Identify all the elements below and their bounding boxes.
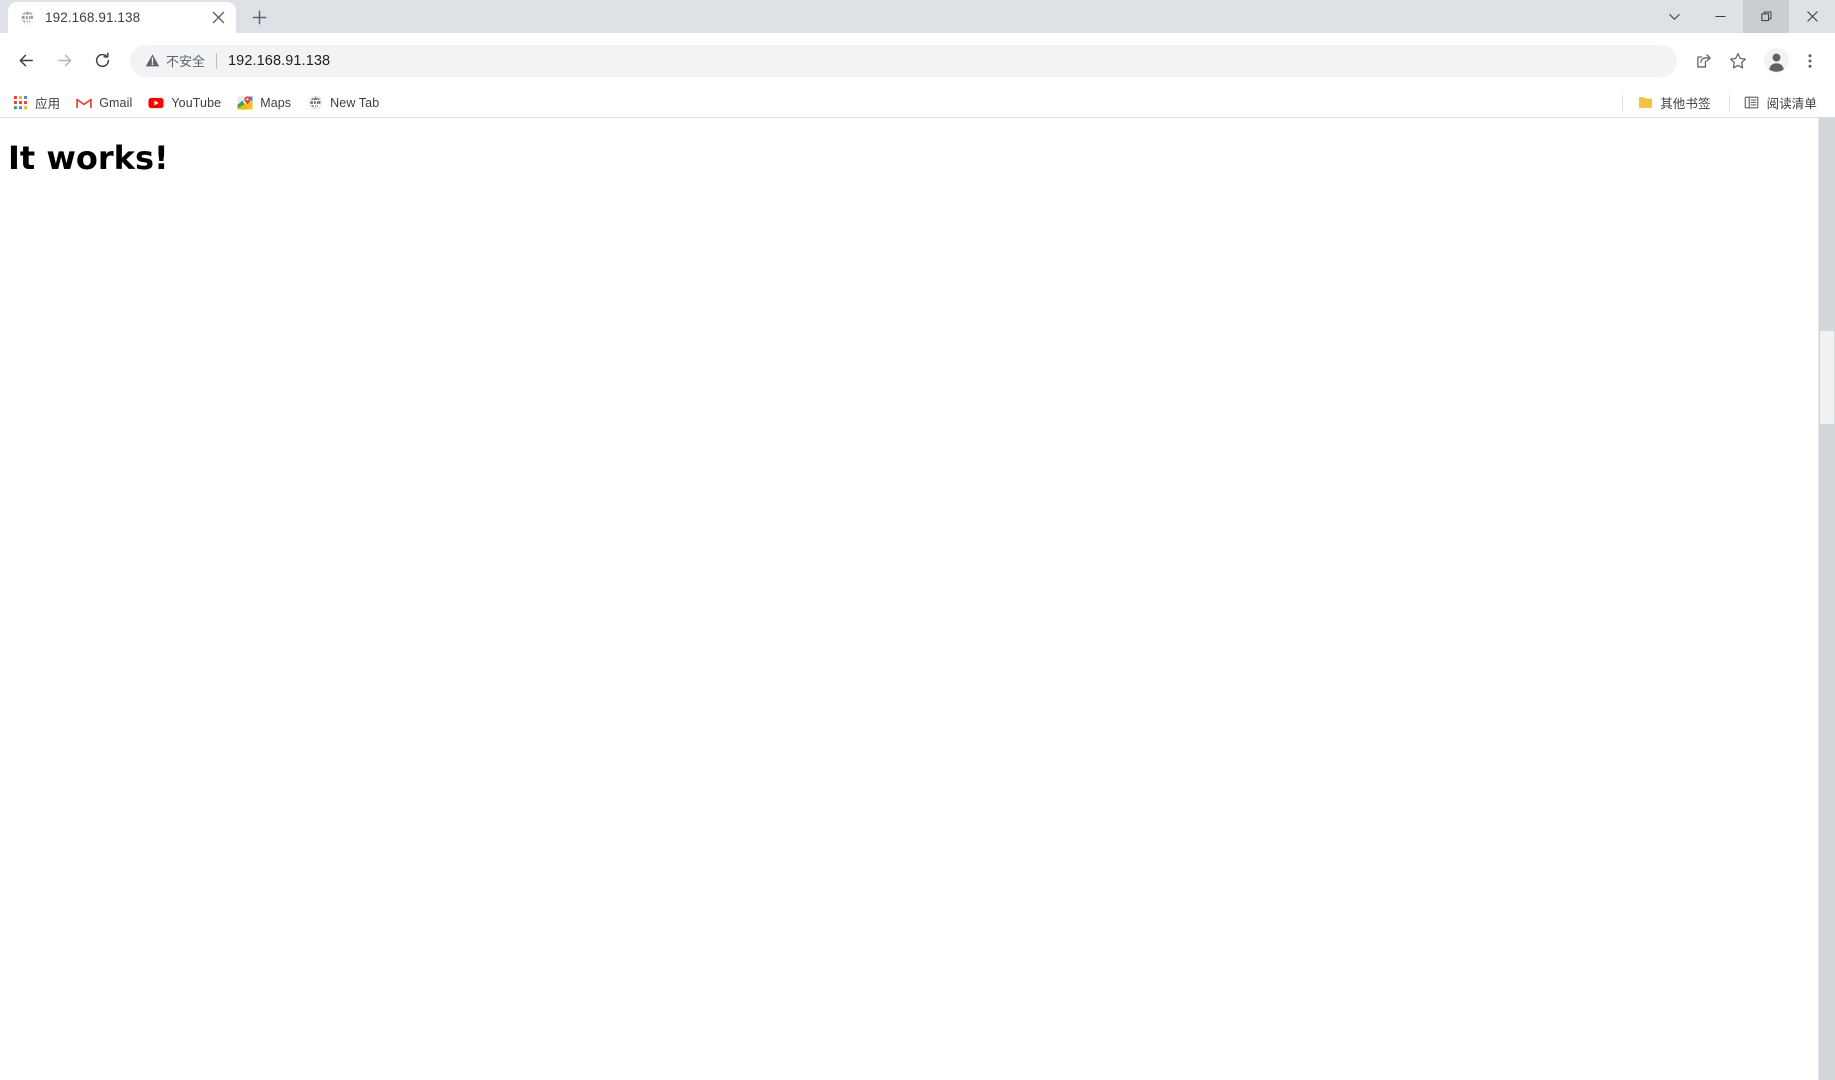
- url-text[interactable]: 192.168.91.138: [228, 53, 330, 69]
- address-bar[interactable]: 不安全 192.168.91.138: [130, 44, 1677, 77]
- page-viewport: It works!: [0, 118, 1835, 1080]
- reload-button[interactable]: [86, 45, 118, 77]
- browser-window: 192.168.91.138 不安全 192.168.91.138 应用 Gma…: [0, 0, 1835, 1080]
- tab-strip: 192.168.91.138: [0, 0, 1835, 33]
- new-tab-button[interactable]: [245, 3, 273, 31]
- globe-icon: [307, 95, 323, 111]
- page-content: It works!: [0, 118, 1818, 1080]
- bookmark-label: 阅读清单: [1766, 97, 1817, 111]
- security-label: 不安全: [166, 54, 206, 69]
- vertical-scrollbar[interactable]: [1818, 118, 1835, 1080]
- bookmark-label: Gmail: [99, 95, 133, 110]
- star-icon: [1729, 52, 1747, 70]
- arrow-left-icon: [17, 51, 36, 70]
- close-button[interactable]: [1789, 0, 1835, 33]
- omnibox-divider: [216, 52, 218, 69]
- globe-icon: [18, 9, 36, 27]
- bookmarks-bar: 应用 Gmail YouTube Maps New Tab 其他书签 阅读清单: [0, 88, 1835, 118]
- share-icon: [1695, 52, 1713, 70]
- folder-icon: [1637, 95, 1653, 111]
- tab-search-button[interactable]: [1651, 0, 1697, 33]
- close-icon: [1806, 10, 1819, 23]
- bookmark-youtube[interactable]: YouTube: [142, 91, 229, 115]
- three-dots-icon: [1801, 52, 1819, 70]
- gmail-icon: [76, 95, 92, 111]
- bookmark-gmail[interactable]: Gmail: [70, 91, 140, 115]
- bookmark-new-tab[interactable]: New Tab: [301, 91, 387, 115]
- bookmark-label: New Tab: [330, 95, 380, 110]
- bookmarks-bar-right: 其他书签 阅读清单: [1614, 91, 1827, 115]
- minimize-icon: [1714, 10, 1727, 23]
- close-icon[interactable]: [206, 6, 230, 30]
- maps-icon: [237, 95, 253, 111]
- apps-grid-icon: [12, 95, 28, 111]
- chevron-down-icon: [1668, 10, 1681, 23]
- reading-list-icon: [1744, 95, 1760, 111]
- bookmark-label: 应用: [35, 97, 61, 111]
- page-heading: It works!: [8, 139, 169, 177]
- tab-title: 192.168.91.138: [45, 10, 141, 25]
- scrollbar-thumb[interactable]: [1820, 331, 1834, 424]
- plus-icon: [252, 10, 267, 25]
- bookmark-label: 其他书签: [1660, 97, 1711, 111]
- bookmark-button[interactable]: [1723, 46, 1753, 76]
- bookmark-label: YouTube: [171, 95, 222, 110]
- other-bookmarks-button[interactable]: 其他书签: [1631, 91, 1718, 115]
- reading-list-button[interactable]: 阅读清单: [1738, 91, 1825, 115]
- youtube-icon: [148, 95, 164, 111]
- browser-toolbar: 不安全 192.168.91.138: [0, 33, 1835, 88]
- window-controls: [1651, 0, 1835, 33]
- minimize-button[interactable]: [1697, 0, 1743, 33]
- share-button[interactable]: [1689, 46, 1719, 76]
- bookmark-maps[interactable]: Maps: [231, 91, 299, 115]
- reload-icon: [93, 51, 112, 70]
- back-button[interactable]: [10, 45, 42, 77]
- forward-button[interactable]: [48, 45, 80, 77]
- divider: [1728, 94, 1730, 111]
- bookmark-label: Maps: [260, 95, 292, 110]
- divider: [1622, 94, 1624, 111]
- warning-triangle-icon: [144, 53, 160, 69]
- arrow-right-icon: [55, 51, 74, 70]
- browser-tab[interactable]: 192.168.91.138: [8, 2, 236, 33]
- avatar[interactable]: [1761, 46, 1791, 76]
- restore-button[interactable]: [1743, 0, 1789, 33]
- bookmark-apps[interactable]: 应用: [6, 91, 68, 115]
- restore-icon: [1760, 10, 1773, 23]
- menu-button[interactable]: [1795, 46, 1825, 76]
- security-status[interactable]: 不安全: [144, 51, 205, 70]
